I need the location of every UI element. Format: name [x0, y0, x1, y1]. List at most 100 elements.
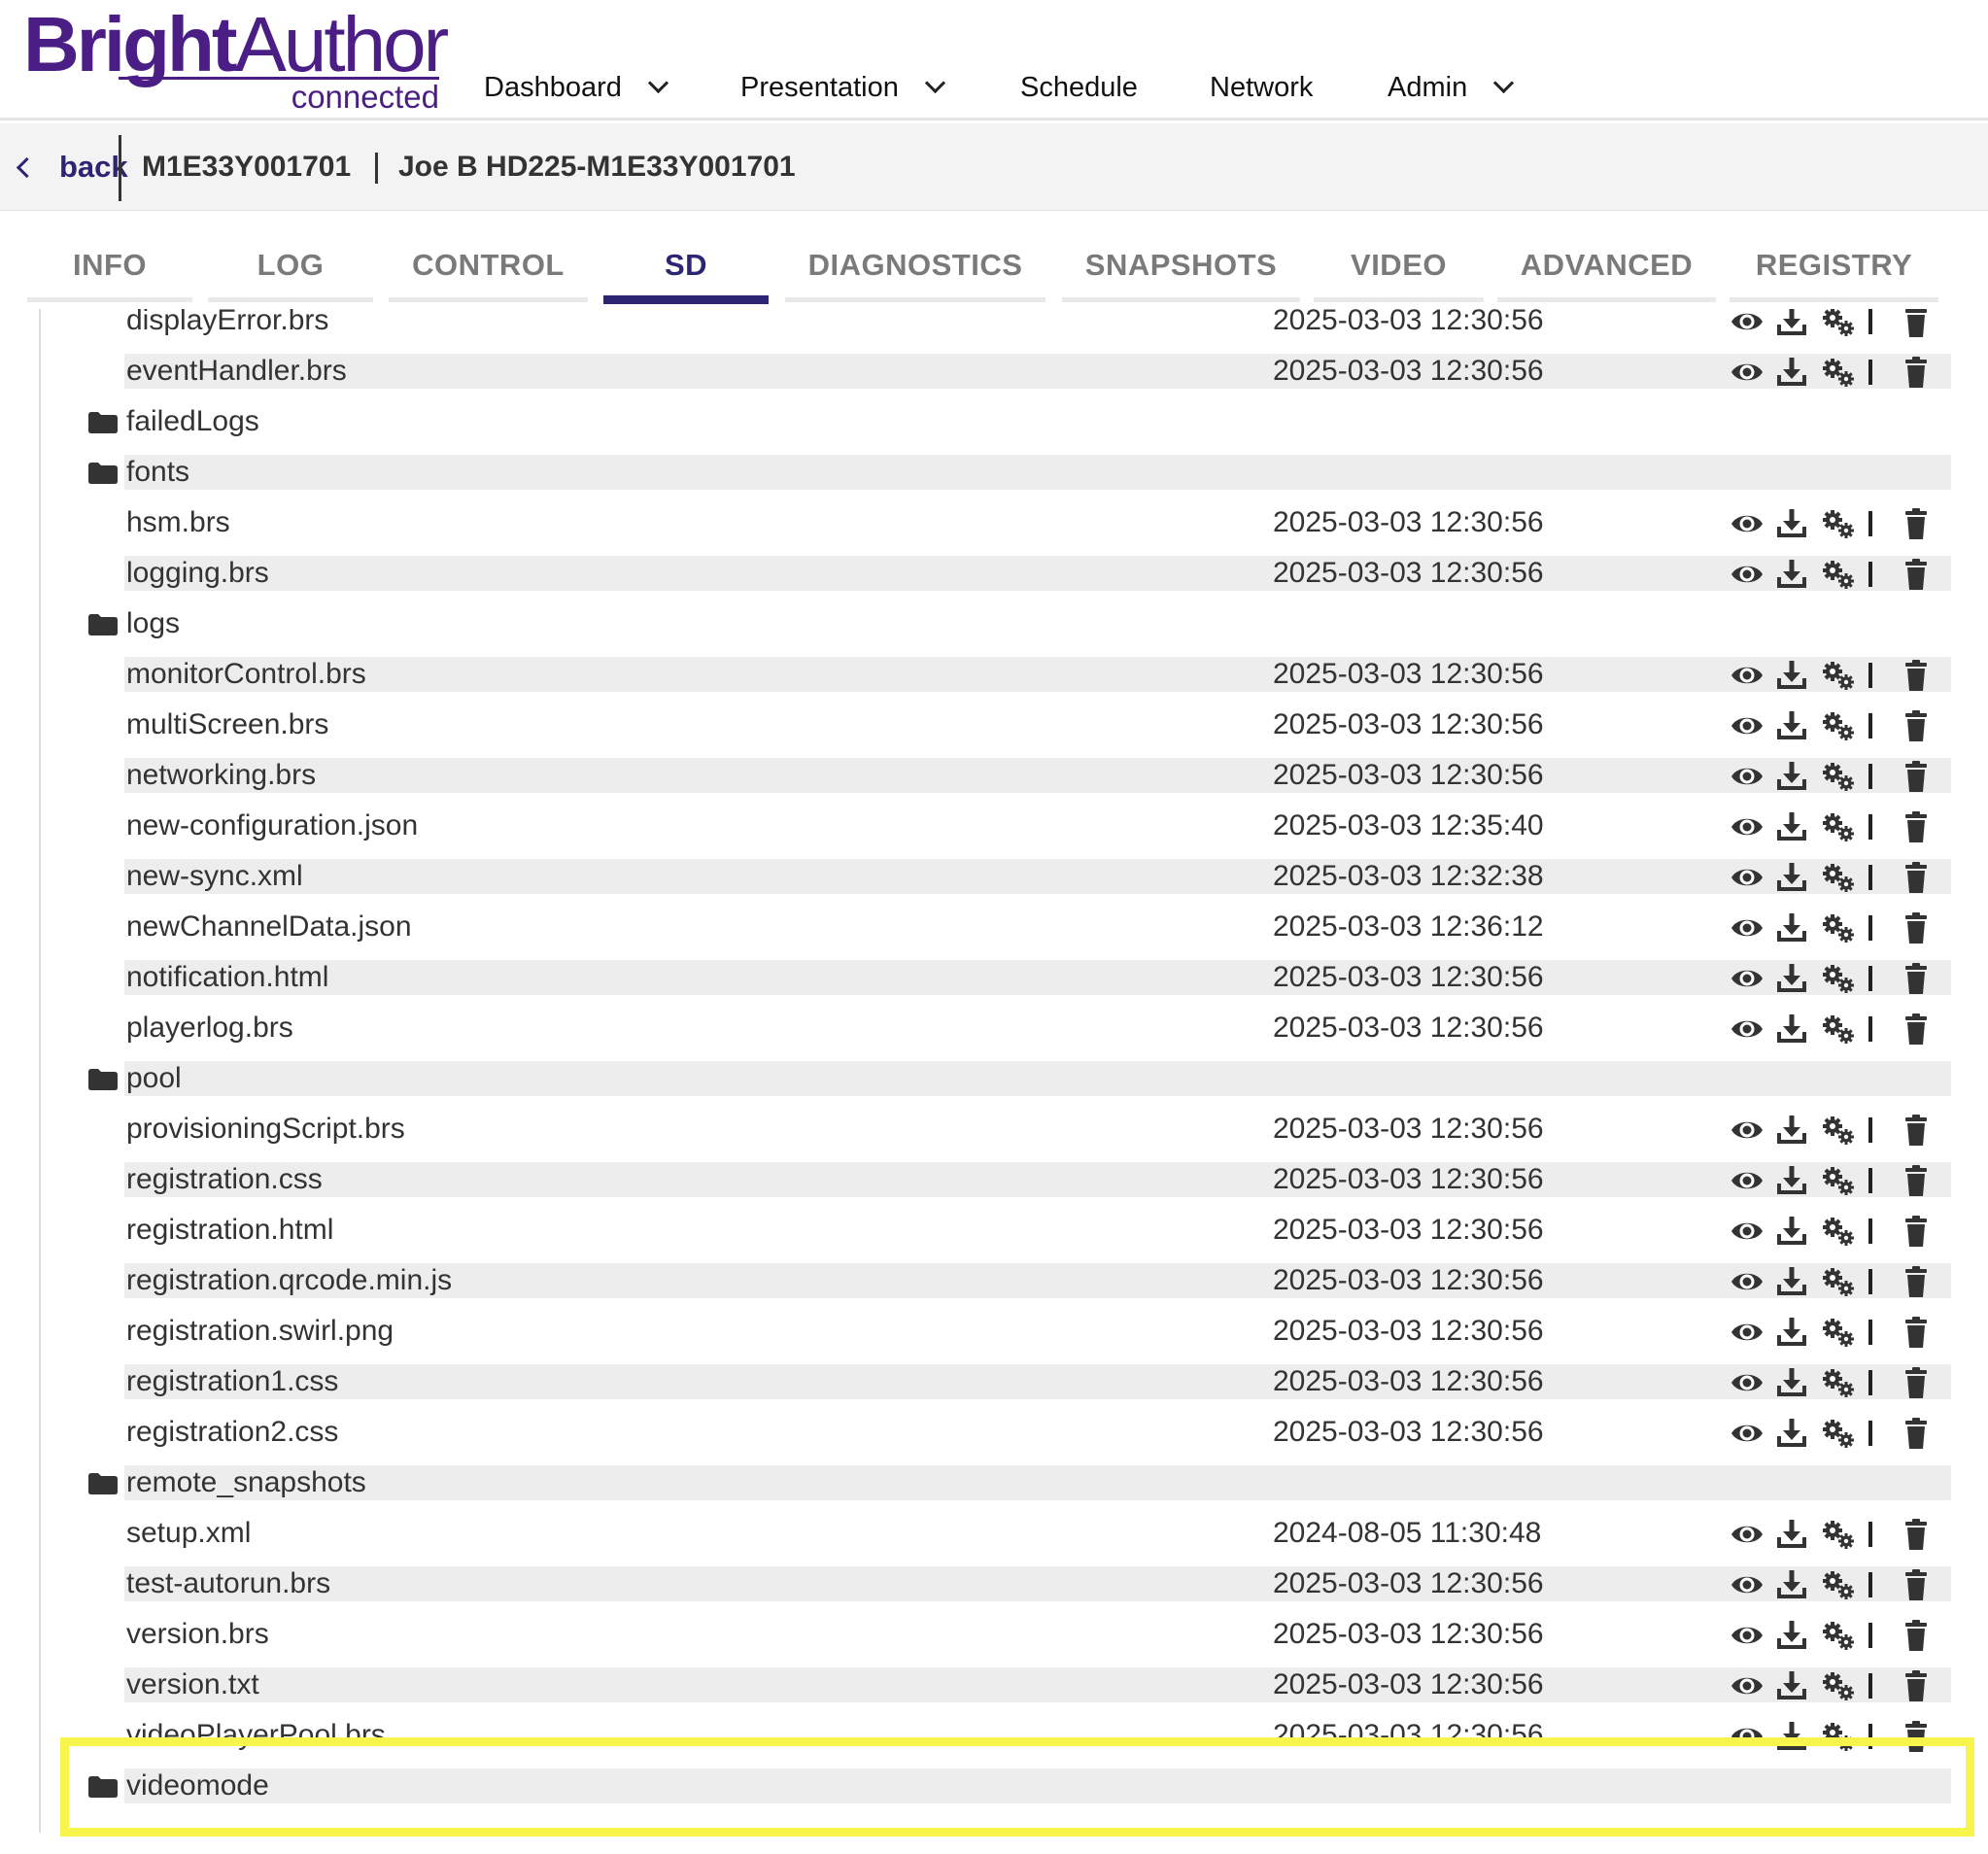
file-row[interactable]: multiScreen.brs 2025-03-03 12:30:56 — [124, 707, 1951, 742]
download-icon[interactable] — [1774, 1013, 1809, 1046]
tab-registry[interactable]: REGISTRY — [1730, 241, 1938, 290]
gears-icon[interactable] — [1821, 558, 1856, 591]
trash-icon[interactable] — [1899, 1619, 1934, 1652]
download-icon[interactable] — [1774, 1265, 1809, 1298]
file-row[interactable]: newChannelData.json 2025-03-03 12:36:12 — [124, 910, 1951, 944]
trash-icon[interactable] — [1899, 1164, 1934, 1197]
gears-icon[interactable] — [1821, 1417, 1856, 1450]
file-row[interactable]: networking.brs 2025-03-03 12:30:56 — [124, 758, 1951, 793]
trash-icon[interactable] — [1899, 1366, 1934, 1399]
folder-row[interactable]: remote_snapshots — [88, 1465, 1951, 1500]
tab-info[interactable]: INFO — [27, 241, 192, 290]
eye-icon[interactable] — [1730, 1366, 1765, 1399]
eye-icon[interactable] — [1730, 962, 1765, 995]
eye-icon[interactable] — [1730, 1013, 1765, 1046]
trash-icon[interactable] — [1899, 356, 1934, 389]
gears-icon[interactable] — [1821, 810, 1856, 843]
trash-icon[interactable] — [1899, 1669, 1934, 1702]
file-row[interactable]: videoPlayerPool.brs 2025-03-03 12:30:56 — [124, 1718, 1951, 1753]
file-row[interactable]: test-autorun.brs 2025-03-03 12:30:56 — [124, 1566, 1951, 1601]
folder-name[interactable]: videomode — [126, 1761, 269, 1811]
file-row[interactable]: registration1.css 2025-03-03 12:30:56 — [124, 1364, 1951, 1399]
trash-icon[interactable] — [1899, 1720, 1934, 1753]
folder-row[interactable]: fonts — [88, 455, 1951, 490]
download-icon[interactable] — [1774, 1417, 1809, 1450]
eye-icon[interactable] — [1730, 659, 1765, 692]
eye-icon[interactable] — [1730, 558, 1765, 591]
folder-name[interactable]: remote_snapshots — [126, 1458, 366, 1508]
file-row[interactable]: notification.html 2025-03-03 12:30:56 — [124, 960, 1951, 995]
download-icon[interactable] — [1774, 356, 1809, 389]
gears-icon[interactable] — [1821, 760, 1856, 793]
download-icon[interactable] — [1774, 861, 1809, 894]
file-row[interactable]: registration.swirl.png 2025-03-03 12:30:5… — [124, 1314, 1951, 1349]
trash-icon[interactable] — [1899, 709, 1934, 742]
download-icon[interactable] — [1774, 911, 1809, 944]
trash-icon[interactable] — [1899, 659, 1934, 692]
gears-icon[interactable] — [1821, 1366, 1856, 1399]
eye-icon[interactable] — [1730, 760, 1765, 793]
gears-icon[interactable] — [1821, 1669, 1856, 1702]
gears-icon[interactable] — [1821, 1013, 1856, 1046]
trash-icon[interactable] — [1899, 1518, 1934, 1551]
nav-schedule[interactable]: Schedule — [1020, 66, 1138, 109]
trash-icon[interactable] — [1899, 1265, 1934, 1298]
download-icon[interactable] — [1774, 810, 1809, 843]
gears-icon[interactable] — [1821, 709, 1856, 742]
trash-icon[interactable] — [1899, 1417, 1934, 1450]
trash-icon[interactable] — [1899, 962, 1934, 995]
gears-icon[interactable] — [1821, 1568, 1856, 1601]
trash-icon[interactable] — [1899, 810, 1934, 843]
folder-name[interactable]: fonts — [126, 447, 189, 498]
eye-icon[interactable] — [1730, 861, 1765, 894]
folder-name[interactable]: pool — [126, 1053, 182, 1104]
file-row[interactable]: displayError.brs 2025-03-03 12:30:56 — [124, 309, 1951, 338]
download-icon[interactable] — [1774, 659, 1809, 692]
gears-icon[interactable] — [1821, 861, 1856, 894]
eye-icon[interactable] — [1730, 1619, 1765, 1652]
file-row[interactable]: hsm.brs 2025-03-03 12:30:56 — [124, 505, 1951, 540]
eye-icon[interactable] — [1730, 810, 1765, 843]
tab-log[interactable]: LOG — [208, 241, 373, 290]
trash-icon[interactable] — [1899, 309, 1934, 338]
eye-icon[interactable] — [1730, 1568, 1765, 1601]
gears-icon[interactable] — [1821, 1316, 1856, 1349]
tab-advanced[interactable]: ADVANCED — [1497, 241, 1716, 290]
file-row[interactable]: registration.qrcode.min.js 2025-03-03 12:… — [124, 1263, 1951, 1298]
download-icon[interactable] — [1774, 1518, 1809, 1551]
eye-icon[interactable] — [1730, 709, 1765, 742]
trash-icon[interactable] — [1899, 1114, 1934, 1147]
gears-icon[interactable] — [1821, 309, 1856, 338]
download-icon[interactable] — [1774, 962, 1809, 995]
gears-icon[interactable] — [1821, 659, 1856, 692]
trash-icon[interactable] — [1899, 1568, 1934, 1601]
gears-icon[interactable] — [1821, 1518, 1856, 1551]
eye-icon[interactable] — [1730, 507, 1765, 540]
eye-icon[interactable] — [1730, 911, 1765, 944]
eye-icon[interactable] — [1730, 356, 1765, 389]
trash-icon[interactable] — [1899, 507, 1934, 540]
download-icon[interactable] — [1774, 1568, 1809, 1601]
nav-presentation[interactable]: Presentation — [740, 66, 945, 109]
eye-icon[interactable] — [1730, 1417, 1765, 1450]
file-row[interactable]: setup.xml 2024-08-05 11:30:48 — [124, 1516, 1951, 1551]
file-row[interactable]: registration.css 2025-03-03 12:30:56 — [124, 1162, 1951, 1197]
eye-icon[interactable] — [1730, 1265, 1765, 1298]
gears-icon[interactable] — [1821, 911, 1856, 944]
tab-snapshots[interactable]: SNAPSHOTS — [1062, 241, 1300, 290]
tab-sd[interactable]: SD — [603, 241, 769, 290]
gears-icon[interactable] — [1821, 1265, 1856, 1298]
gears-icon[interactable] — [1821, 1619, 1856, 1652]
download-icon[interactable] — [1774, 558, 1809, 591]
folder-row[interactable]: videomode — [88, 1768, 1951, 1803]
eye-icon[interactable] — [1730, 1518, 1765, 1551]
file-row[interactable]: eventHandler.brs 2025-03-03 12:30:56 — [124, 354, 1951, 389]
download-icon[interactable] — [1774, 309, 1809, 338]
folder-row[interactable]: logs — [88, 606, 1951, 641]
download-icon[interactable] — [1774, 1669, 1809, 1702]
trash-icon[interactable] — [1899, 558, 1934, 591]
trash-icon[interactable] — [1899, 1215, 1934, 1248]
file-row[interactable]: version.txt 2025-03-03 12:30:56 — [124, 1667, 1951, 1702]
download-icon[interactable] — [1774, 1619, 1809, 1652]
gears-icon[interactable] — [1821, 1114, 1856, 1147]
